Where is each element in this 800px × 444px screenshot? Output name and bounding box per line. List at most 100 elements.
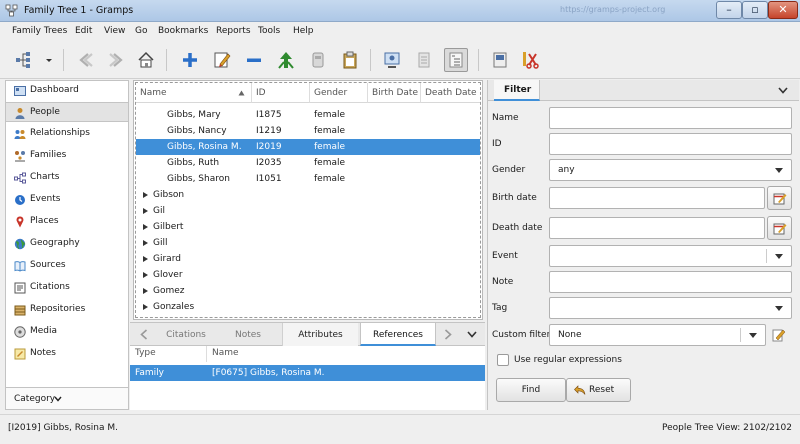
close-button[interactable]: ✕ bbox=[768, 1, 798, 19]
custom-filter-select[interactable]: None bbox=[549, 324, 766, 346]
sidebar-item-sources[interactable]: Sources bbox=[6, 256, 128, 276]
sidebar-item-dashboard[interactable]: Dashboard bbox=[6, 81, 128, 101]
event-select[interactable] bbox=[549, 245, 792, 267]
column-header-gender[interactable]: Gender bbox=[310, 83, 368, 103]
regex-checkbox[interactable] bbox=[497, 354, 509, 366]
sources-icon bbox=[14, 261, 26, 272]
menu-reports[interactable]: Reports bbox=[216, 26, 251, 36]
birth-date-input[interactable] bbox=[549, 187, 765, 209]
column-header-death-date[interactable]: Death Date bbox=[421, 83, 480, 103]
home-icon[interactable] bbox=[134, 48, 158, 72]
sidebar-item-charts[interactable]: Charts bbox=[6, 168, 128, 188]
chevron-down-icon[interactable] bbox=[778, 87, 788, 94]
tab-references[interactable]: References bbox=[360, 323, 436, 346]
death-date-input[interactable] bbox=[549, 217, 765, 239]
column-header-birth-date[interactable]: Birth Date bbox=[368, 83, 421, 103]
find-button[interactable]: Find bbox=[496, 378, 566, 402]
sidebar-item-people[interactable]: People bbox=[6, 102, 128, 122]
column-header-id[interactable]: ID bbox=[252, 83, 310, 103]
cut-icon[interactable] bbox=[518, 48, 542, 72]
surname-group-row[interactable]: Glover bbox=[136, 267, 480, 283]
name-input[interactable] bbox=[549, 107, 792, 129]
minimize-button[interactable]: – bbox=[716, 1, 742, 19]
sidebar-item-families[interactable]: Families bbox=[6, 146, 128, 166]
archive-icon[interactable] bbox=[306, 48, 330, 72]
menu-tools[interactable]: Tools bbox=[258, 26, 280, 36]
tree-view-icon[interactable] bbox=[12, 48, 36, 72]
expander-icon[interactable] bbox=[143, 288, 148, 294]
menu-bookmarks[interactable]: Bookmarks bbox=[158, 26, 208, 36]
tab-scroll-right[interactable] bbox=[436, 323, 460, 346]
edit-icon[interactable] bbox=[210, 48, 234, 72]
sidebar-item-geography[interactable]: Geography bbox=[6, 234, 128, 254]
remove-icon[interactable] bbox=[242, 48, 266, 72]
birth-date-label: Birth date bbox=[492, 193, 537, 203]
maximize-button[interactable]: ▫ bbox=[742, 1, 768, 19]
menu-go[interactable]: Go bbox=[135, 26, 147, 36]
surname-group-row[interactable]: Gilbert bbox=[136, 219, 480, 235]
people-tree-list[interactable]: Name ID Gender Birth Date Death Date Gib… bbox=[135, 82, 481, 318]
gender-select[interactable]: any bbox=[549, 159, 792, 181]
merge-icon[interactable] bbox=[274, 48, 298, 72]
sidebar-item-media[interactable]: Media bbox=[6, 322, 128, 342]
column-header-type[interactable]: Type bbox=[135, 348, 156, 358]
sidebar-toggle-icon[interactable] bbox=[488, 48, 512, 72]
id-input[interactable] bbox=[549, 133, 792, 155]
references-list[interactable]: Type Name Family [F0675] Gibbs, Rosina M… bbox=[130, 346, 485, 410]
sidebar-item-notes[interactable]: Notes bbox=[6, 344, 128, 364]
sidebar-item-places[interactable]: Places bbox=[6, 212, 128, 232]
surname-group-row[interactable]: Girard bbox=[136, 251, 480, 267]
add-icon[interactable] bbox=[178, 48, 202, 72]
grouped-list-icon[interactable] bbox=[444, 48, 468, 72]
person-row-selected[interactable]: Gibbs, Rosina M. I2019 female bbox=[136, 139, 480, 155]
flat-list-icon[interactable] bbox=[412, 48, 436, 72]
note-input[interactable] bbox=[549, 271, 792, 293]
person-row[interactable]: Gibbs, Ruth I2035 female bbox=[136, 155, 480, 171]
toolbar-separator bbox=[166, 49, 167, 71]
reset-button[interactable]: Reset bbox=[566, 378, 631, 402]
tab-list-menu[interactable] bbox=[460, 323, 484, 346]
edit-filter-icon[interactable] bbox=[772, 328, 786, 342]
clipboard-icon[interactable] bbox=[338, 48, 362, 72]
surname-group-row[interactable]: Gibson bbox=[136, 187, 480, 203]
tab-citations[interactable]: Citations bbox=[158, 323, 214, 346]
surname-group-row[interactable]: Gonzales bbox=[136, 299, 480, 315]
expander-icon[interactable] bbox=[143, 240, 148, 246]
surname-group-row[interactable]: Gil bbox=[136, 203, 480, 219]
expander-icon[interactable] bbox=[143, 256, 148, 262]
death-date-editor-button[interactable] bbox=[767, 216, 792, 240]
tab-filter[interactable]: Filter bbox=[494, 80, 540, 101]
person-row[interactable]: Gibbs, Sharon I1051 female bbox=[136, 171, 480, 187]
expander-icon[interactable] bbox=[143, 304, 148, 310]
sidebar-item-citations[interactable]: Citations bbox=[6, 278, 128, 298]
person-view-icon[interactable] bbox=[380, 48, 404, 72]
person-row[interactable]: Gibbs, Mary I1875 female bbox=[136, 107, 480, 123]
tab-scroll-left[interactable] bbox=[130, 323, 158, 346]
reference-row-selected[interactable]: Family [F0675] Gibbs, Rosina M. bbox=[130, 365, 485, 381]
sidebar-item-events[interactable]: Events bbox=[6, 190, 128, 210]
chevron-down-icon[interactable] bbox=[42, 48, 56, 72]
back-icon[interactable] bbox=[74, 48, 98, 72]
column-header-name[interactable]: Name bbox=[136, 83, 252, 103]
menu-view[interactable]: View bbox=[104, 26, 125, 36]
forward-icon[interactable] bbox=[104, 48, 128, 72]
menu-help[interactable]: Help bbox=[293, 26, 314, 36]
expander-icon[interactable] bbox=[143, 272, 148, 278]
expander-icon[interactable] bbox=[143, 192, 148, 198]
menu-family-trees[interactable]: Family Trees bbox=[12, 26, 67, 36]
expander-icon[interactable] bbox=[143, 208, 148, 214]
person-row[interactable]: Gibbs, Nancy I1219 female bbox=[136, 123, 480, 139]
tab-notes[interactable]: Notes bbox=[220, 323, 276, 346]
menu-edit[interactable]: Edit bbox=[75, 26, 92, 36]
toolbar-separator bbox=[478, 49, 479, 71]
sidebar-item-relationships[interactable]: Relationships bbox=[6, 124, 128, 144]
expander-icon[interactable] bbox=[143, 224, 148, 230]
surname-group-row[interactable]: Gomez bbox=[136, 283, 480, 299]
surname-group-row[interactable]: Gill bbox=[136, 235, 480, 251]
sidebar-item-repositories[interactable]: Repositories bbox=[6, 300, 128, 320]
birth-date-editor-button[interactable] bbox=[767, 186, 792, 210]
category-selector[interactable]: Category bbox=[6, 387, 128, 409]
tab-attributes[interactable]: Attributes bbox=[282, 323, 358, 346]
tag-select[interactable] bbox=[549, 297, 792, 319]
column-header-name[interactable]: Name bbox=[212, 348, 239, 358]
